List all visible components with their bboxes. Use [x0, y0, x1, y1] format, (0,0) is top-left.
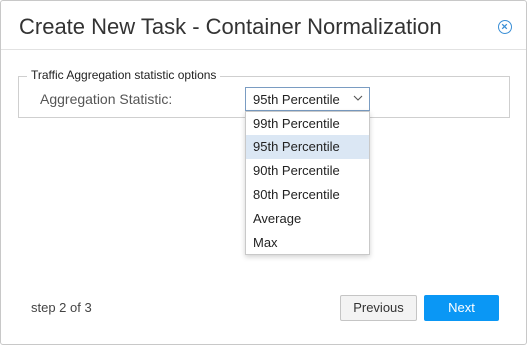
- close-x-glyph: [501, 23, 508, 30]
- option-90th-percentile[interactable]: 90th Percentile: [246, 159, 369, 183]
- dialog-title: Create New Task - Container Normalizatio…: [19, 14, 442, 39]
- option-99th-percentile[interactable]: 99th Percentile: [246, 112, 369, 136]
- option-80th-percentile[interactable]: 80th Percentile: [246, 183, 369, 207]
- option-label: 95th Percentile: [253, 139, 340, 154]
- chevron-down-icon: [353, 95, 363, 101]
- select-current-value: 95th Percentile: [253, 92, 340, 107]
- aggregation-statistic-label: Aggregation Statistic:: [40, 91, 173, 107]
- aggregation-statistic-select[interactable]: 95th Percentile: [245, 87, 370, 111]
- option-95th-percentile[interactable]: 95th Percentile: [246, 135, 369, 159]
- step-indicator: step 2 of 3: [31, 300, 92, 315]
- option-label: 99th Percentile: [253, 116, 340, 131]
- header-divider: [1, 49, 526, 50]
- option-average[interactable]: Average: [246, 207, 369, 231]
- option-label: 80th Percentile: [253, 187, 340, 202]
- next-button[interactable]: Next: [424, 295, 499, 321]
- option-label: Max: [253, 235, 278, 250]
- option-label: 90th Percentile: [253, 163, 340, 178]
- aggregation-statistic-dropdown: 99th Percentile 95th Percentile 90th Per…: [245, 111, 370, 255]
- fieldset-legend: Traffic Aggregation statistic options: [27, 68, 221, 82]
- option-label: Average: [253, 211, 302, 226]
- option-max[interactable]: Max: [246, 231, 369, 255]
- close-icon[interactable]: [498, 20, 512, 34]
- previous-button[interactable]: Previous: [340, 295, 417, 321]
